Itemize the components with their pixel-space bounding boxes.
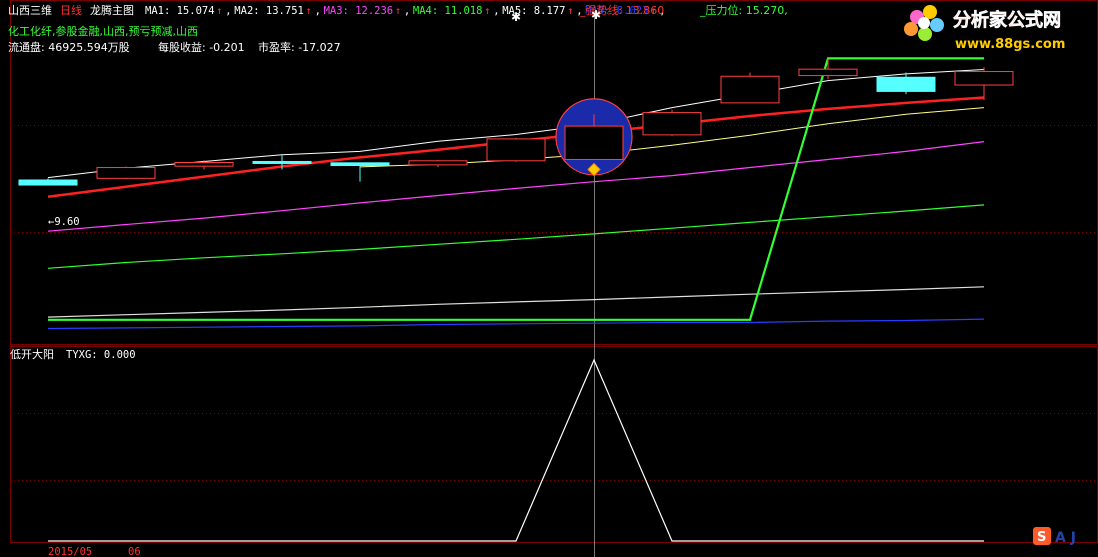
stock-name: 山西三维 — [8, 4, 52, 17]
candle-down — [18, 179, 78, 186]
low-price-label: ←9.60 — [48, 216, 80, 228]
candle-down — [876, 76, 936, 92]
sub-indicator-name: 低开大阳 — [10, 347, 54, 361]
candle-down — [330, 162, 390, 167]
rise-arrow-icon: ↑ — [395, 5, 401, 17]
candle-down — [252, 160, 312, 164]
float-shares: 流通盘: 46925.594万股 — [8, 40, 130, 54]
moving-average-lines — [47, 57, 985, 330]
candle-up — [486, 138, 546, 162]
stock-chart[interactable]: 山西三维 日线 龙腾主图 MA1: 15.074 ↑, MA2: 13.751 ↑, M… — [0, 0, 1098, 557]
comma-separator: , — [493, 5, 499, 17]
rise-arrow-icon: ↑ — [567, 5, 573, 17]
watermark-title: 分析家公式网 — [953, 9, 1061, 31]
candle-up — [720, 75, 780, 104]
green-signal-line — [48, 57, 984, 321]
concept-tags: 化工化纤,参股金融,山西,预亏预减,山西 — [8, 24, 198, 38]
ime-badge: S — [1037, 530, 1046, 545]
candle-up — [564, 125, 624, 160]
comma-separator: , — [404, 5, 410, 17]
eps: 每股收益: -0.201 — [158, 40, 245, 54]
rise-arrow-icon: ↑ — [484, 5, 490, 17]
candle-up — [954, 71, 1014, 86]
date-label-06: 06 — [128, 546, 141, 557]
ma-label: MA3: 12.236 — [324, 5, 394, 17]
candle-up — [408, 160, 468, 166]
date-label-start: 2015/05 — [48, 546, 92, 557]
watermark-logo: 分析家公式网 www.88gs.com — [904, 5, 1065, 52]
signal-star-icon: ✱ — [591, 8, 601, 22]
indicator-name: 龙腾主图 — [90, 3, 134, 17]
candle-up — [642, 112, 702, 136]
rise-arrow-icon: ↑ — [306, 5, 312, 17]
rise-arrow-icon: ↑ — [216, 5, 222, 17]
ma-label: MA1: 15.074 — [145, 5, 215, 17]
ma5-line — [47, 286, 985, 318]
sub-indicator-value: TYXG: 0.000 — [66, 349, 136, 361]
candle-up — [798, 68, 858, 77]
sub-panel-frame — [10, 346, 1098, 543]
tyxg-line — [48, 358, 984, 542]
cursor-star-icon: ✱ — [511, 10, 521, 24]
flower-icon — [904, 5, 944, 41]
ime-toolbar[interactable]: S A J — [1033, 527, 1076, 546]
pe-ratio: 市盈率: -17.027 — [258, 40, 341, 54]
tyxg-polyline — [48, 358, 984, 542]
period-label: 日线 — [60, 3, 82, 17]
candle-up — [96, 167, 156, 179]
ime-letters[interactable]: A J — [1055, 530, 1076, 546]
comma-separator: , — [315, 5, 321, 17]
ma4-line — [47, 204, 985, 269]
watermark-url: www.88gs.com — [955, 37, 1065, 52]
candle-up — [174, 161, 234, 167]
ma-label: MA2: 13.751 — [234, 5, 304, 17]
pressure-label: _压力位: 15.270, — [699, 3, 788, 17]
ma-label: MA4: 11.018 — [413, 5, 483, 17]
comma-separator: , — [225, 5, 231, 17]
